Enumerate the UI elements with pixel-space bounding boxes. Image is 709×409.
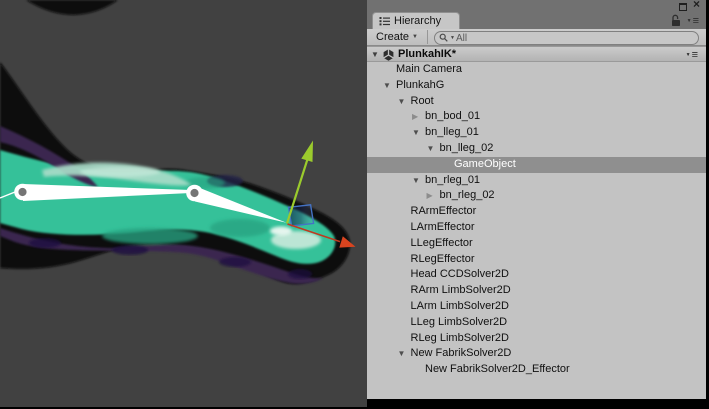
tree-row[interactable]: RLeg LimbSolver2D (367, 331, 706, 347)
scene-view[interactable] (0, 0, 367, 407)
tree-row-label: GameObject (454, 158, 516, 170)
tree-row[interactable]: GameObject (367, 157, 706, 173)
foldout-open-icon[interactable]: ▼ (398, 346, 411, 362)
tree-row-label: bn_rleg_01 (425, 174, 480, 186)
joint-icon[interactable] (14, 184, 31, 201)
tree-row[interactable]: New FabrikSolver2D_Effector (367, 362, 706, 378)
tree-row[interactable]: ▼bn_lleg_02 (367, 141, 706, 157)
unity-editor: × Hierarchy (0, 0, 709, 409)
sprite-limb[interactable] (0, 62, 350, 284)
tree-row-label: bn_bod_01 (425, 110, 480, 122)
tree-row[interactable]: RArmEffector (367, 204, 706, 220)
tree-row-label: LLegEffector (411, 237, 473, 249)
search-filter-caret-icon[interactable]: ▼ (450, 35, 455, 41)
sprite-blob (26, 0, 118, 15)
hierarchy-tab-icon (379, 16, 390, 26)
joint-icon[interactable] (186, 185, 203, 202)
create-button-label: Create (376, 31, 409, 43)
foldout-open-icon[interactable]: ▼ (412, 125, 425, 141)
tree-row[interactable]: ▼bn_lleg_01 (367, 125, 706, 141)
foldout-closed-icon[interactable]: ▶ (412, 109, 425, 125)
scene-menu-icon[interactable]: ▼ ≡ (686, 50, 698, 60)
search-filter-value: All (456, 33, 467, 44)
tree-row[interactable]: LLeg LimbSolver2D (367, 315, 706, 331)
tree-row[interactable]: RLegEffector (367, 252, 706, 268)
tree-row-label: LLeg LimbSolver2D (411, 316, 508, 328)
hierarchy-toolbar: Create ▼ ▼ All (367, 29, 706, 46)
foldout-closed-icon[interactable]: ▶ (427, 188, 440, 204)
tree-row-label: Main Camera (396, 63, 462, 75)
tree-row-label: New FabrikSolver2D (411, 347, 512, 359)
tree-row-label: LArmEffector (411, 221, 475, 233)
tree-row-label: bn_lleg_02 (440, 142, 494, 154)
lock-icon[interactable] (671, 14, 681, 27)
tree-row[interactable]: ▶bn_rleg_02 (367, 188, 706, 204)
tree-row[interactable]: RArm LimbSolver2D (367, 283, 706, 299)
hierarchy-tree: Main Camera▼PlunkahG▼Root▶bn_bod_01▼bn_l… (367, 62, 706, 399)
foldout-open-icon[interactable]: ▼ (412, 173, 425, 189)
tree-row-label: LArm LimbSolver2D (411, 300, 509, 312)
scene-canvas (0, 0, 367, 407)
tree-row-label: RLegEffector (411, 253, 475, 265)
caret-down-icon: ▼ (686, 52, 691, 58)
hierarchy-panel-body: × Hierarchy (367, 0, 706, 399)
tree-row-label: RArm LimbSolver2D (411, 284, 511, 296)
close-icon[interactable]: × (693, 0, 700, 10)
tree-row[interactable]: LArm LimbSolver2D (367, 299, 706, 315)
tree-row[interactable]: ▼Root (367, 94, 706, 110)
toolbar-divider (427, 30, 428, 44)
create-button[interactable]: Create ▼ (367, 29, 426, 45)
foldout-open-icon[interactable]: ▼ (398, 94, 411, 110)
scene-header[interactable]: ▼ PlunkahIK* ▼ ≡ (367, 46, 706, 62)
tree-row-label: Head CCDSolver2D (411, 268, 509, 280)
caret-down-icon: ▼ (687, 18, 692, 24)
foldout-open-icon[interactable]: ▼ (371, 50, 379, 59)
foldout-open-icon[interactable]: ▼ (427, 141, 440, 157)
foldout-open-icon[interactable]: ▼ (383, 78, 396, 94)
tab-strip: × Hierarchy (367, 0, 706, 29)
tree-row-label: bn_lleg_01 (425, 126, 479, 138)
search-input[interactable]: ▼ All (434, 31, 699, 45)
scene-title: PlunkahIK* (398, 48, 456, 60)
tree-row-label: Root (411, 95, 434, 107)
tree-row[interactable]: LArmEffector (367, 220, 706, 236)
menu-bars-icon: ≡ (692, 50, 698, 60)
tree-row-label: RArmEffector (411, 205, 477, 217)
tree-row[interactable]: ▼New FabrikSolver2D (367, 346, 706, 362)
tree-row[interactable]: ▼PlunkahG (367, 78, 706, 94)
hierarchy-panel: × Hierarchy (367, 0, 709, 409)
tree-row[interactable]: LLegEffector (367, 236, 706, 252)
tree-row-label: PlunkahG (396, 79, 444, 91)
tree-row-label: bn_rleg_02 (440, 189, 495, 201)
unity-logo-icon (382, 48, 395, 61)
search-icon (439, 33, 449, 43)
menu-bars-icon: ≡ (693, 16, 699, 26)
tab-hierarchy[interactable]: Hierarchy (372, 12, 460, 29)
tree-row[interactable]: Head CCDSolver2D (367, 267, 706, 283)
tree-row[interactable]: Main Camera (367, 62, 706, 78)
caret-down-icon: ▼ (412, 34, 418, 40)
tree-row[interactable]: ▼bn_rleg_01 (367, 173, 706, 189)
tree-row-label: RLeg LimbSolver2D (411, 332, 509, 344)
tab-label: Hierarchy (394, 15, 441, 27)
pane-menu-icon[interactable]: ▼ ≡ (687, 16, 699, 26)
tree-row-label: New FabrikSolver2D_Effector (425, 363, 570, 375)
tree-row[interactable]: ▶bn_bod_01 (367, 109, 706, 125)
maximize-icon[interactable] (679, 3, 687, 11)
